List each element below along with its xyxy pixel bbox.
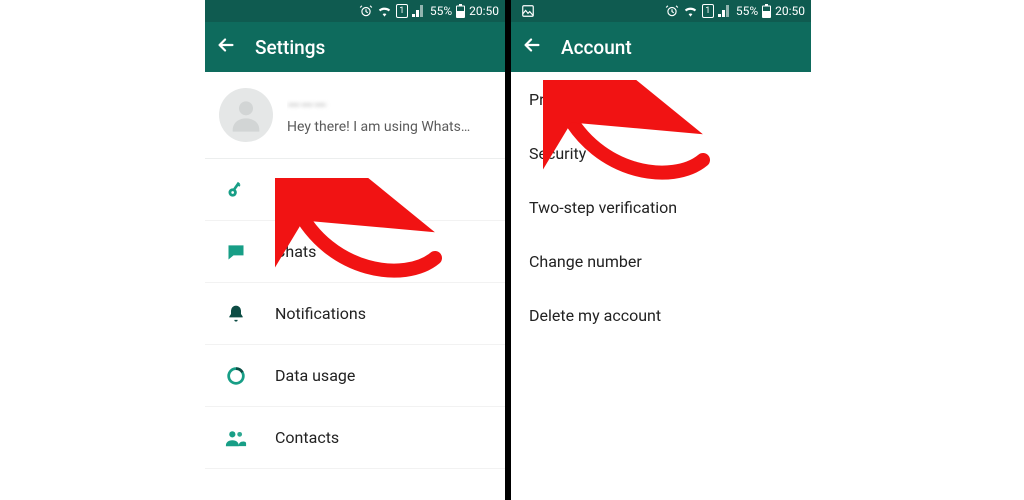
data-usage-icon: [223, 365, 249, 387]
settings-item-contacts[interactable]: Contacts: [205, 407, 505, 469]
toolbar: Account: [511, 22, 811, 72]
profile-row[interactable]: ——— Hey there! I am using Whats…: [205, 72, 505, 159]
settings-item-account[interactable]: Account: [205, 159, 505, 221]
screen-account: 1 55% 20:50 Account Privacy S: [511, 0, 811, 500]
signal-icon: [412, 5, 426, 17]
alarm-icon: [665, 4, 679, 18]
profile-name: ———: [287, 96, 491, 116]
page-title: Settings: [255, 36, 325, 59]
item-label: Delete my account: [529, 306, 661, 325]
item-label: Change number: [529, 252, 642, 271]
battery-percent: 55%: [736, 4, 758, 18]
account-item-two-step[interactable]: Two-step verification: [511, 180, 811, 234]
status-bar: 1 55% 20:50: [205, 0, 505, 22]
sim-icon: 1: [702, 4, 714, 18]
item-label: Notifications: [275, 304, 366, 323]
clock: 20:50: [469, 4, 499, 18]
settings-item-chats[interactable]: Chats: [205, 221, 505, 283]
settings-item-data-usage[interactable]: Data usage: [205, 345, 505, 407]
alarm-icon: [359, 4, 373, 18]
toolbar: Settings: [205, 22, 505, 72]
bell-icon: [223, 304, 249, 324]
clock: 20:50: [775, 4, 805, 18]
back-icon[interactable]: [215, 34, 237, 60]
screen-settings: 1 55% 20:50 Settings: [205, 0, 505, 500]
wifi-icon: [683, 5, 698, 17]
battery-percent: 55%: [430, 4, 452, 18]
item-label: Data usage: [275, 366, 355, 385]
wifi-icon: [377, 5, 392, 17]
item-label: Privacy: [529, 90, 581, 109]
page-title: Account: [561, 36, 632, 59]
item-label: Chats: [275, 242, 316, 261]
account-item-privacy[interactable]: Privacy: [511, 72, 811, 126]
settings-item-notifications[interactable]: Notifications: [205, 283, 505, 345]
account-item-change-number[interactable]: Change number: [511, 234, 811, 288]
profile-status: Hey there! I am using Whats…: [287, 119, 491, 135]
battery-icon: [762, 4, 771, 18]
account-item-security[interactable]: Security: [511, 126, 811, 180]
key-icon: [223, 180, 249, 200]
chat-icon: [223, 242, 249, 262]
battery-icon: [456, 4, 465, 18]
back-icon[interactable]: [521, 34, 543, 60]
item-label: Two-step verification: [529, 198, 677, 217]
account-item-delete[interactable]: Delete my account: [511, 288, 811, 342]
item-label: Security: [529, 144, 586, 163]
item-label: Account: [275, 180, 334, 199]
sim-icon: 1: [396, 4, 408, 18]
signal-icon: [718, 5, 732, 17]
contacts-icon: [223, 428, 249, 448]
image-notification-icon: [521, 4, 535, 18]
item-label: Contacts: [275, 428, 339, 447]
avatar: [219, 88, 273, 142]
status-bar: 1 55% 20:50: [511, 0, 811, 22]
